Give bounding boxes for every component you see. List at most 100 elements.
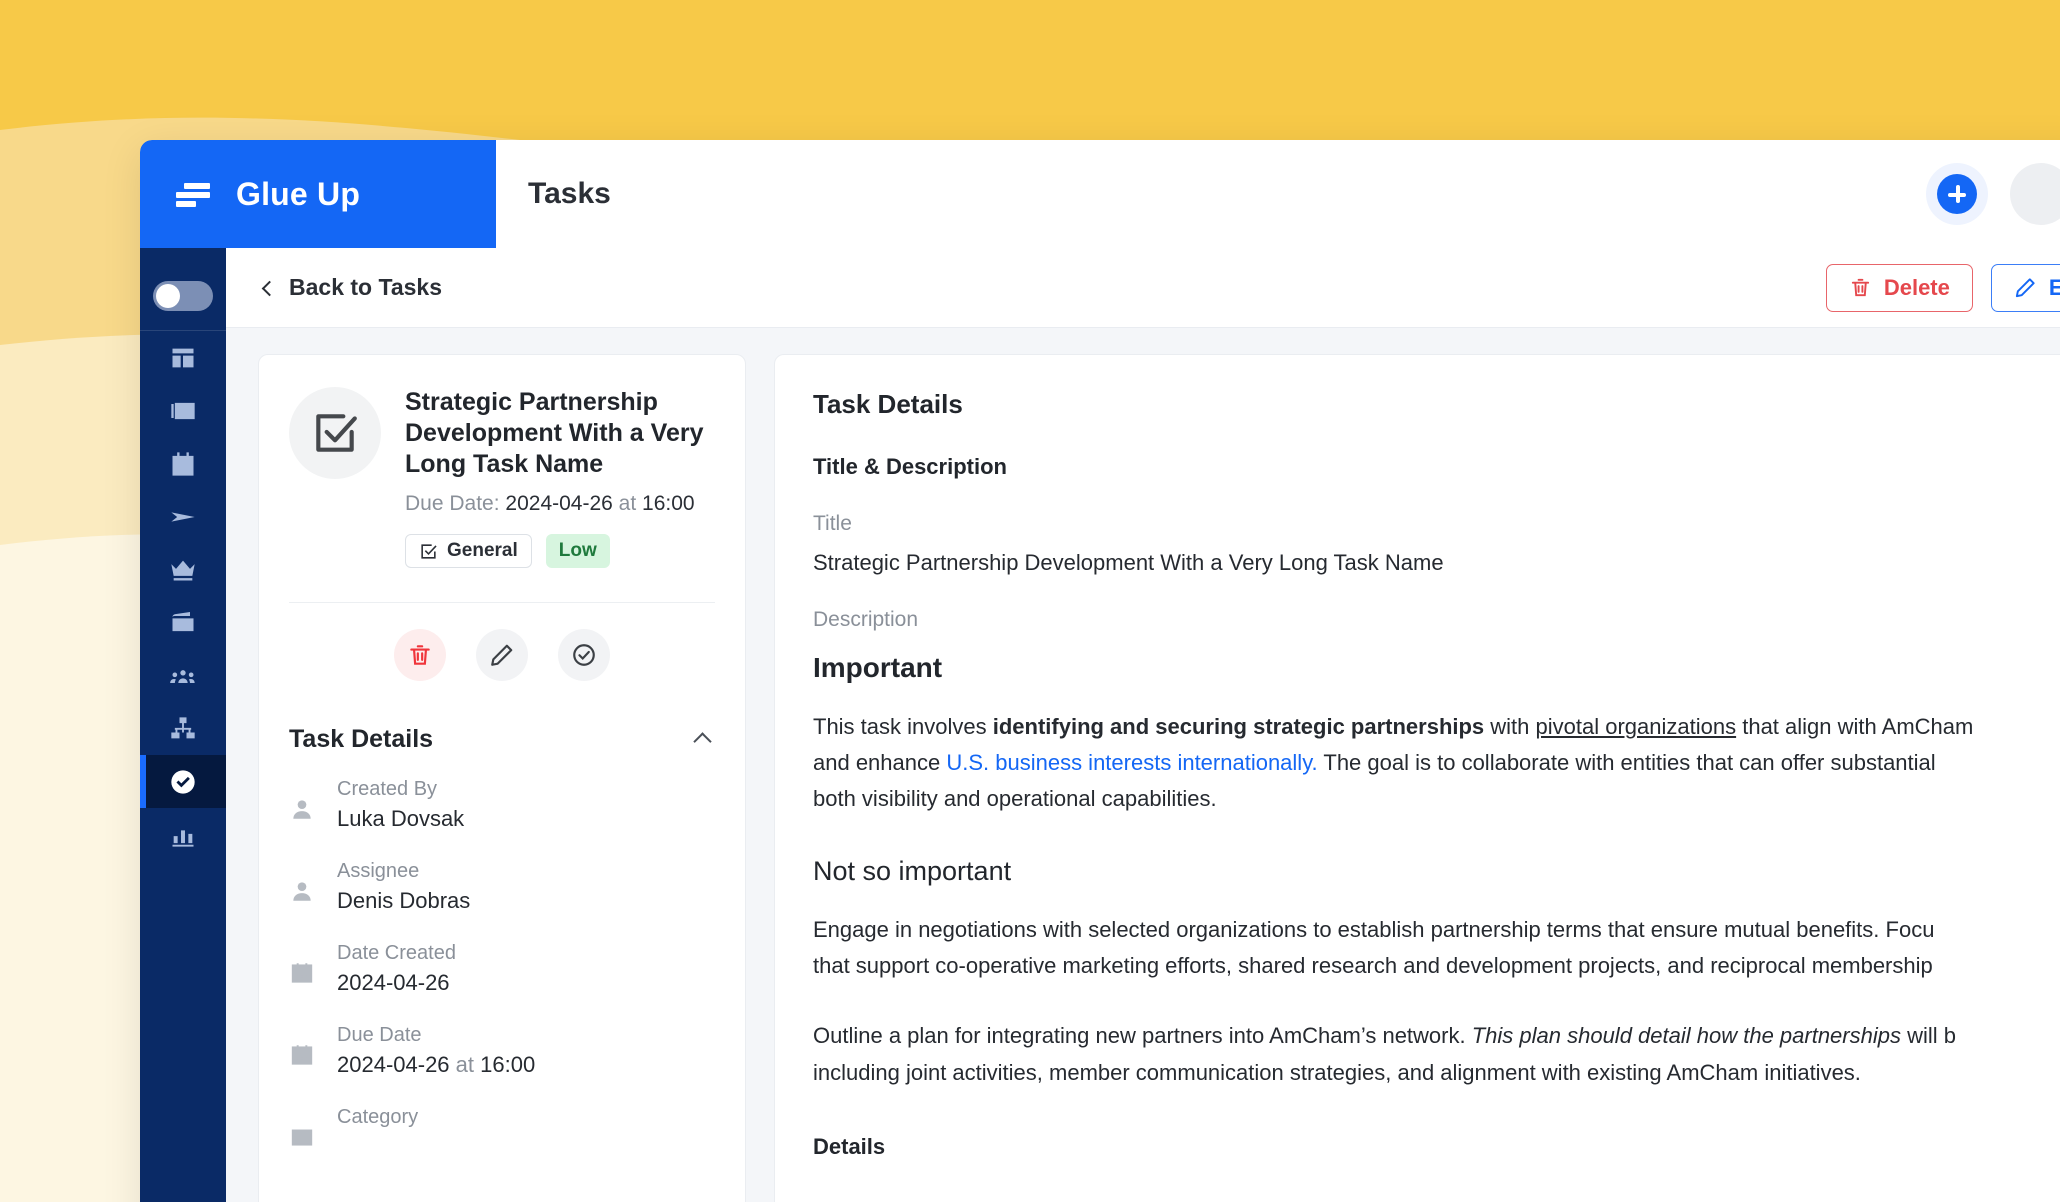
due-date-value: 2024-04-26 [505, 492, 613, 515]
description-paragraph-4a: Engage in negotiations with selected org… [813, 917, 1935, 943]
task-summary-card: Strategic Partnership Development With a… [258, 354, 746, 1202]
calendar-icon [172, 451, 194, 476]
task-badges: General Low [405, 534, 715, 568]
edit-button[interactable]: Ed [1990, 263, 2060, 312]
desc-text: The goal is to collaborate with entities… [1317, 750, 1936, 776]
toolbar-actions: Delete Ed [1825, 263, 2060, 312]
checked-box-icon [316, 414, 357, 452]
desc-text: will b [1900, 1023, 1956, 1049]
pencil-icon [2015, 278, 2035, 298]
description-field-label: Description [813, 608, 919, 631]
meta-value-due: 2024-04-26 at 16:00 [337, 1052, 535, 1078]
task-due-date: Due Date: 2024-04-26 at 16:00 [405, 492, 715, 516]
description-paragraph-1: This task involves identifying and secur… [813, 710, 2060, 744]
meta-row-due-date: Due Date 2024-04-26 at 16:00 [289, 1024, 715, 1078]
meta-label: Created By [337, 778, 438, 800]
plus-icon [1937, 174, 1977, 214]
sidebar-item-events[interactable] [140, 437, 226, 490]
desc-text: and enhance [813, 750, 947, 776]
title-description-section-label: Title & Description [813, 454, 1007, 479]
sidebar-item-community[interactable] [140, 649, 226, 702]
content-column: Back to Tasks Delete Ed [226, 248, 2060, 1202]
category-badge[interactable]: General [405, 534, 532, 568]
task-header: Strategic Partnership Development With a… [289, 387, 715, 568]
page-title: Tasks [528, 177, 611, 210]
delete-button-label: Delete [1883, 274, 1950, 300]
detail-panel-heading: Task Details [813, 389, 963, 419]
person-icon [289, 778, 315, 832]
check-circle-icon [573, 644, 595, 666]
description-heading-not-so-important: Not so important [813, 856, 1012, 887]
complete-task-button[interactable] [558, 629, 610, 681]
brand-area[interactable]: Glue Up [140, 140, 496, 248]
description-paragraph-3: both visibility and operational capabili… [813, 786, 1217, 812]
sidebar-item-tasks[interactable] [140, 755, 226, 808]
avatar[interactable] [2010, 163, 2060, 225]
task-detail-panel: Task Details Title & Description Title S… [774, 354, 2060, 1202]
meta-label: Category [337, 1106, 419, 1128]
app-window: Glue Up Tasks Back to Tasks Delete E Str… [140, 140, 2060, 1202]
task-title: Strategic Partnership Development With a… [405, 388, 704, 478]
hamburger-logo-icon [176, 181, 210, 207]
sidebar-collapse-toggle[interactable] [153, 262, 213, 330]
meta-label: Assignee [337, 860, 420, 882]
sidebar-item-organizations[interactable] [140, 702, 226, 755]
wallet-icon [172, 611, 194, 631]
paper-plane-icon [171, 511, 195, 522]
priority-badge: Low [545, 534, 610, 568]
sidebar-item-dashboard[interactable] [140, 331, 226, 384]
sidebar-item-memberships[interactable] [140, 543, 226, 596]
back-link-label: Back to Tasks [289, 274, 442, 300]
trash-icon [410, 645, 430, 665]
description-paragraph-5: Outline a plan for integrating new partn… [813, 1019, 2060, 1053]
task-meta-list: Created By Luka Dovsak Assignee Denis Do… [289, 764, 715, 1155]
sidebar-item-finance[interactable] [140, 596, 226, 649]
due-at-text: at [455, 1052, 475, 1077]
sidebar-item-campaigns[interactable] [140, 490, 226, 543]
meta-row-date-created: Date Created 2024-04-26 [289, 942, 715, 996]
description-heading-important: Important [813, 652, 943, 683]
org-chart-icon [171, 716, 195, 738]
task-action-row [289, 603, 715, 711]
meta-label: Date Created [337, 942, 456, 964]
add-button[interactable] [1926, 163, 1988, 225]
task-avatar [289, 387, 381, 479]
check-circle-icon [171, 769, 195, 794]
delete-button[interactable]: Delete [1825, 263, 1973, 312]
bar-chart-icon [172, 829, 194, 847]
task-header-text: Strategic Partnership Development With a… [405, 387, 715, 568]
desc-italic-text: This plan should detail how the partners… [1471, 1023, 1901, 1049]
back-to-tasks-link[interactable]: Back to Tasks [261, 274, 442, 301]
task-details-section-header[interactable]: Task Details [289, 711, 715, 764]
top-bar-actions [1926, 163, 2060, 225]
category-icon [289, 1106, 315, 1155]
desc-text: This task involves [813, 714, 993, 739]
meta-value: Luka Dovsak [337, 806, 465, 831]
desc-text: that align with AmCham [1736, 714, 1974, 739]
due-time-value: 16:00 [642, 492, 695, 515]
description-paragraph-2: and enhance U.S. business interests inte… [813, 746, 2060, 780]
meta-value: 2024-04-26 [337, 970, 450, 995]
app-body: Back to Tasks Delete Ed [140, 248, 2060, 1202]
people-icon [170, 669, 195, 683]
meta-label: Due Date [337, 1024, 422, 1046]
sidebar [140, 248, 226, 1202]
sidebar-item-reports[interactable] [140, 808, 226, 861]
toggle-knob [156, 284, 180, 308]
main-area: Strategic Partnership Development With a… [226, 328, 2060, 1202]
pencil-icon [491, 644, 513, 666]
edit-task-button[interactable] [476, 629, 528, 681]
edit-button-label: Ed [2048, 274, 2060, 300]
due-date-text: 2024-04-26 [337, 1052, 450, 1077]
top-bar: Glue Up Tasks [140, 140, 2060, 248]
sidebar-item-contacts[interactable] [140, 384, 226, 437]
desc-link[interactable]: U.S. business interests internationally. [946, 750, 1317, 775]
calendar-icon [289, 1024, 315, 1078]
person-icon [289, 860, 315, 914]
calendar-icon [289, 942, 315, 996]
meta-row-assignee: Assignee Denis Dobras [289, 860, 715, 914]
meta-value: Denis Dobras [337, 888, 471, 913]
delete-task-button[interactable] [394, 629, 446, 681]
crown-icon [171, 560, 195, 580]
dashboard-icon [172, 348, 194, 367]
